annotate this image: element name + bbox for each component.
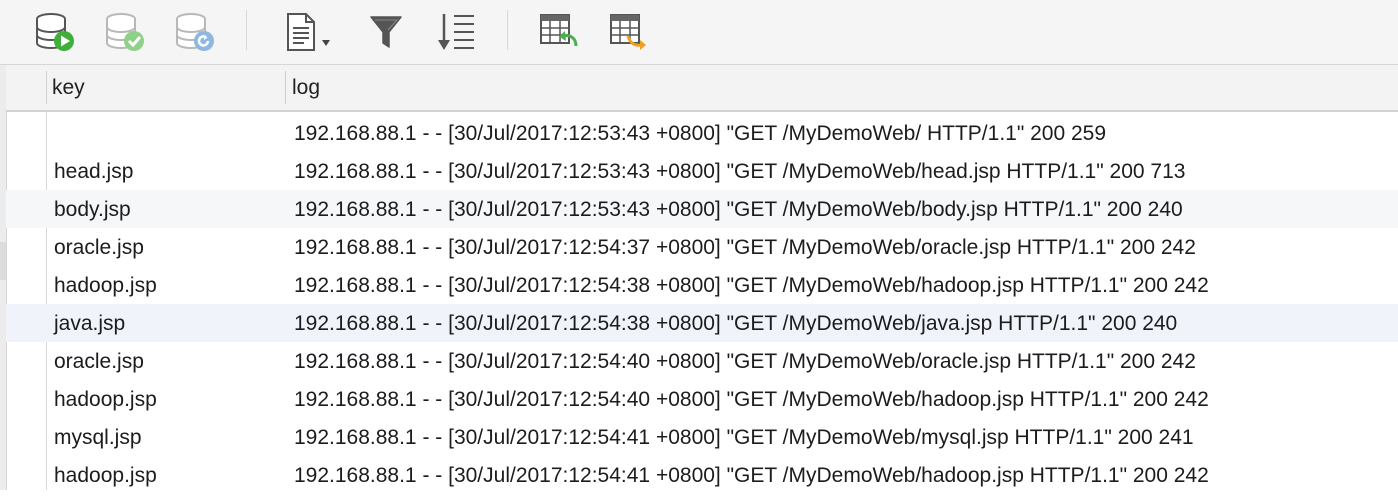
- database-commit-icon: [106, 13, 144, 51]
- export-table-button[interactable]: [606, 10, 650, 54]
- cell-log[interactable]: 192.168.88.1 - - [30/Jul/2017:12:54:37 +…: [294, 228, 1196, 266]
- database-run-icon: [36, 13, 74, 51]
- cell-log[interactable]: 192.168.88.1 - - [30/Jul/2017:12:53:43 +…: [294, 190, 1183, 228]
- toolbar-separator: [246, 10, 247, 50]
- cell-key[interactable]: java.jsp: [54, 304, 125, 342]
- document-dropdown-icon: [287, 13, 330, 51]
- column-header-log[interactable]: log: [292, 65, 320, 110]
- cell-key[interactable]: mysql.jsp: [54, 418, 142, 456]
- table-body: 192.168.88.1 - - [30/Jul/2017:12:53:43 +…: [6, 114, 1398, 494]
- commit-button[interactable]: [103, 10, 147, 54]
- sort-button[interactable]: [434, 10, 478, 54]
- import-table-button[interactable]: [536, 10, 580, 54]
- table-row[interactable]: java.jsp 192.168.88.1 - - [30/Jul/2017:1…: [6, 304, 1398, 342]
- table-row[interactable]: oracle.jsp 192.168.88.1 - - [30/Jul/2017…: [6, 228, 1398, 266]
- cell-key[interactable]: head.jsp: [54, 152, 133, 190]
- cell-log[interactable]: 192.168.88.1 - - [30/Jul/2017:12:53:43 +…: [294, 152, 1185, 190]
- cell-log[interactable]: 192.168.88.1 - - [30/Jul/2017:12:54:38 +…: [294, 304, 1177, 342]
- toolbar: [0, 0, 1398, 65]
- filter-icon: [370, 16, 402, 48]
- toolbar-separator: [507, 10, 508, 50]
- table-import-icon: [540, 14, 578, 47]
- column-divider[interactable]: [285, 71, 286, 104]
- table-row[interactable]: 192.168.88.1 - - [30/Jul/2017:12:53:43 +…: [6, 114, 1398, 152]
- run-query-button[interactable]: [33, 10, 77, 54]
- cell-log[interactable]: 192.168.88.1 - - [30/Jul/2017:12:53:43 +…: [294, 114, 1106, 152]
- cell-key[interactable]: hadoop.jsp: [54, 456, 157, 494]
- cell-log[interactable]: 192.168.88.1 - - [30/Jul/2017:12:54:40 +…: [294, 380, 1209, 418]
- table-row[interactable]: hadoop.jsp 192.168.88.1 - - [30/Jul/2017…: [6, 380, 1398, 418]
- database-rollback-icon: [176, 13, 214, 51]
- export-document-button[interactable]: [282, 10, 338, 54]
- cell-key[interactable]: oracle.jsp: [54, 228, 144, 266]
- cell-key[interactable]: hadoop.jsp: [54, 380, 157, 418]
- column-header-key[interactable]: key: [52, 65, 85, 110]
- filter-button[interactable]: [364, 10, 408, 54]
- sort-icon: [438, 14, 474, 50]
- table-row[interactable]: oracle.jsp 192.168.88.1 - - [30/Jul/2017…: [6, 342, 1398, 380]
- cell-key[interactable]: body.jsp: [54, 190, 131, 228]
- table-row[interactable]: hadoop.jsp 192.168.88.1 - - [30/Jul/2017…: [6, 266, 1398, 304]
- table-export-icon: [610, 14, 646, 50]
- table-row[interactable]: hadoop.jsp 192.168.88.1 - - [30/Jul/2017…: [6, 456, 1398, 494]
- data-grid: key log 192.168.88.1 - - [30/Jul/2017:12…: [0, 65, 1398, 490]
- table-row[interactable]: mysql.jsp 192.168.88.1 - - [30/Jul/2017:…: [6, 418, 1398, 456]
- rollback-button[interactable]: [173, 10, 217, 54]
- cell-log[interactable]: 192.168.88.1 - - [30/Jul/2017:12:54:41 +…: [294, 418, 1194, 456]
- table-row[interactable]: head.jsp 192.168.88.1 - - [30/Jul/2017:1…: [6, 152, 1398, 190]
- cell-log[interactable]: 192.168.88.1 - - [30/Jul/2017:12:54:40 +…: [294, 342, 1196, 380]
- column-divider[interactable]: [46, 71, 47, 104]
- cell-key[interactable]: hadoop.jsp: [54, 266, 157, 304]
- grid-header: key log: [6, 65, 1398, 112]
- cell-log[interactable]: 192.168.88.1 - - [30/Jul/2017:12:54:38 +…: [294, 266, 1209, 304]
- table-row[interactable]: body.jsp 192.168.88.1 - - [30/Jul/2017:1…: [6, 190, 1398, 228]
- cell-key[interactable]: oracle.jsp: [54, 342, 144, 380]
- cell-log[interactable]: 192.168.88.1 - - [30/Jul/2017:12:54:41 +…: [294, 456, 1209, 494]
